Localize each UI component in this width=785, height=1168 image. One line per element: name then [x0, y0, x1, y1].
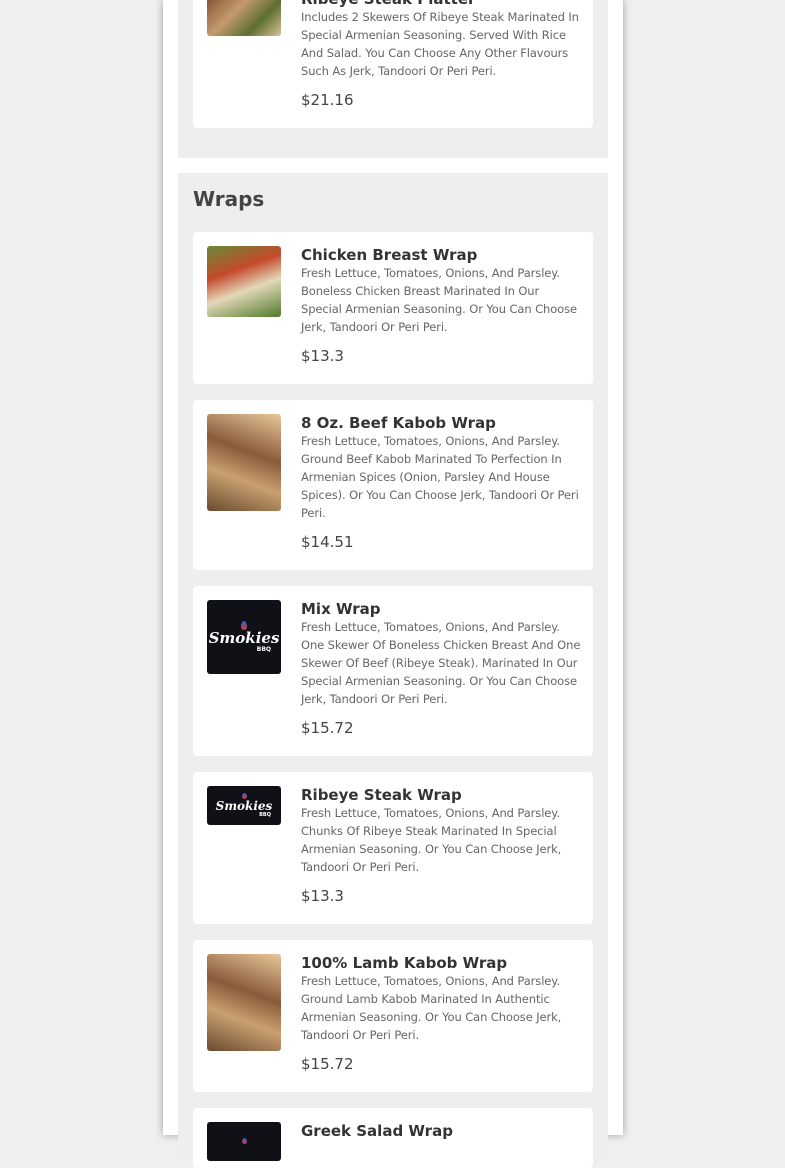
item-image — [207, 954, 281, 1051]
menu-item-card[interactable]: Smokies BBQ Mix Wrap Fresh Lettuce, Toma… — [193, 586, 593, 756]
smokies-logo-image: Smokies BBQ — [207, 786, 281, 825]
item-price: $15.72 — [301, 1055, 354, 1073]
item-price: $15.72 — [301, 719, 354, 737]
item-description: Includes 2 Skewers Of Ribeye Steak Marin… — [301, 10, 579, 78]
item-price: $13.3 — [301, 347, 344, 365]
item-description: Fresh Lettuce, Tomatoes, Onions, And Par… — [301, 974, 562, 1042]
item-description: Fresh Lettuce, Tomatoes, Onions, And Par… — [301, 620, 581, 706]
logo-subtext: BBQ — [259, 812, 271, 818]
item-name: 8 Oz. Beef Kabob Wrap — [301, 414, 496, 432]
item-description: Fresh Lettuce, Tomatoes, Onions, And Par… — [301, 434, 579, 520]
section-title: Wraps — [193, 187, 265, 211]
item-price: $21.16 — [301, 91, 354, 109]
item-description: Fresh Lettuce, Tomatoes, Onions, And Par… — [301, 266, 577, 334]
menu-item-card[interactable]: Greek Salad Wrap — [193, 1108, 593, 1168]
item-image — [207, 0, 281, 36]
item-name: Greek Salad Wrap — [301, 1122, 453, 1140]
item-image — [207, 414, 281, 511]
item-name: Mix Wrap — [301, 600, 381, 618]
menu-item-card[interactable]: Ribeye Steak Platter Includes 2 Skewers … — [193, 0, 593, 128]
smokies-logo-image: Smokies BBQ — [207, 600, 281, 674]
item-image — [207, 246, 281, 317]
menu-page: Ribeye Steak Platter Includes 2 Skewers … — [163, 0, 623, 1168]
item-price: $13.3 — [301, 887, 344, 905]
smokies-logo-image — [207, 1122, 281, 1161]
logo-text: Smokies — [215, 799, 273, 813]
menu-item-card[interactable]: 8 Oz. Beef Kabob Wrap Fresh Lettuce, Tom… — [193, 400, 593, 570]
menu-item-card[interactable]: Chicken Breast Wrap Fresh Lettuce, Tomat… — [193, 232, 593, 384]
menu-item-card[interactable]: Smokies BBQ Ribeye Steak Wrap Fresh Lett… — [193, 772, 593, 924]
menu-item-card[interactable]: 100% Lamb Kabob Wrap Fresh Lettuce, Toma… — [193, 940, 593, 1092]
item-name: Chicken Breast Wrap — [301, 246, 478, 264]
item-name: Ribeye Steak Platter — [301, 0, 581, 8]
item-name: Ribeye Steak Wrap — [301, 786, 462, 804]
flame-icon — [241, 1138, 247, 1144]
logo-text: Smokies — [208, 629, 280, 647]
logo-subtext: BBQ — [256, 646, 271, 653]
menu-section-wraps: Wraps Chicken Breast Wrap Fresh Lettuce,… — [178, 173, 608, 1168]
item-price: $14.51 — [301, 533, 354, 551]
menu-section-platters: Ribeye Steak Platter Includes 2 Skewers … — [178, 0, 608, 158]
item-description: Fresh Lettuce, Tomatoes, Onions, And Par… — [301, 806, 562, 874]
item-name: 100% Lamb Kabob Wrap — [301, 954, 508, 972]
